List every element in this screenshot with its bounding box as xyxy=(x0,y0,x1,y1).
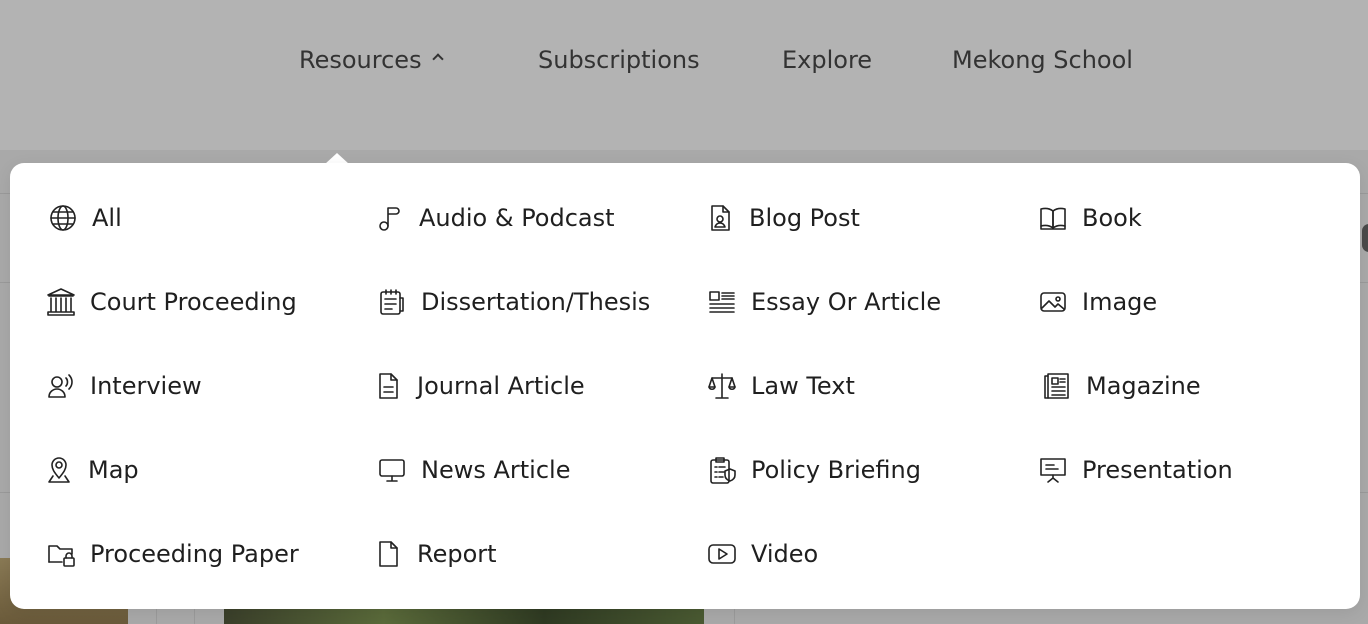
music-note-icon xyxy=(379,207,400,231)
menu-item-label: Book xyxy=(1082,204,1142,232)
menu-item-book[interactable]: Book xyxy=(1038,198,1142,238)
courthouse-icon xyxy=(47,288,75,316)
menu-item-proceeding-paper[interactable]: Proceeding Paper xyxy=(46,534,299,574)
document-icon xyxy=(379,373,398,399)
folder-lock-icon xyxy=(48,545,75,567)
book-icon xyxy=(1040,207,1066,230)
menu-item-label: Essay Or Article xyxy=(751,288,942,316)
menu-item-essay-or-article[interactable]: Essay Or Article xyxy=(707,282,941,322)
menu-item-magazine[interactable]: Magazine xyxy=(1042,366,1201,406)
menu-item-policy-briefing[interactable]: Policy Briefing xyxy=(707,450,921,490)
menu-item-label: Map xyxy=(88,456,139,484)
menu-item-label: Magazine xyxy=(1086,372,1201,400)
menu-item-label: All xyxy=(92,204,122,232)
menu-item-video[interactable]: Video xyxy=(707,534,818,574)
menu-item-label: Law Text xyxy=(751,372,855,400)
menu-item-label: Blog Post xyxy=(749,204,860,232)
menu-item-label: Video xyxy=(751,540,819,568)
menu-item-label: Report xyxy=(417,540,497,568)
magazine-icon xyxy=(1044,373,1069,399)
menu-item-label: Dissertation/Thesis xyxy=(421,288,651,316)
video-icon xyxy=(708,544,736,564)
menu-item-label: Interview xyxy=(90,372,202,400)
menu-item-label: News Article xyxy=(421,456,571,484)
menu-item-journal-article[interactable]: Journal Article xyxy=(373,366,585,406)
menu-item-all[interactable]: All xyxy=(48,198,122,238)
nav-explore[interactable]: Explore xyxy=(782,46,872,74)
menu-item-label: Proceeding Paper xyxy=(90,540,299,568)
clipboard-icon xyxy=(710,457,736,484)
monitor-icon xyxy=(379,459,405,482)
menu-item-image[interactable]: Image xyxy=(1038,282,1157,322)
menu-item-law-text[interactable]: Law Text xyxy=(707,366,855,406)
file-icon xyxy=(379,541,398,567)
menu-item-presentation[interactable]: Presentation xyxy=(1038,450,1233,490)
interview-icon xyxy=(48,374,73,398)
menu-item-label: Court Proceeding xyxy=(90,288,297,316)
map-pin-icon xyxy=(48,457,70,483)
essay-icon xyxy=(709,291,735,313)
nav-resources[interactable]: Resources xyxy=(299,46,444,74)
resources-dropdown: All Audio & Podcast Blog Post Book Court… xyxy=(10,163,1360,609)
menu-item-report[interactable]: Report xyxy=(373,534,497,574)
nav-mekong-school[interactable]: Mekong School xyxy=(952,46,1133,74)
menu-item-label: Presentation xyxy=(1082,456,1233,484)
image-icon xyxy=(1040,292,1066,312)
menu-item-court-proceeding[interactable]: Court Proceeding xyxy=(46,282,297,322)
menu-item-dissertation-thesis[interactable]: Dissertation/Thesis xyxy=(377,282,650,322)
globe-icon xyxy=(50,205,76,231)
menu-item-map[interactable]: Map xyxy=(44,450,139,490)
menu-item-audio-podcast[interactable]: Audio & Podcast xyxy=(375,198,615,238)
presentation-icon xyxy=(1040,458,1066,483)
menu-item-label: Audio & Podcast xyxy=(419,204,615,232)
menu-item-interview[interactable]: Interview xyxy=(46,366,202,406)
nav-subscriptions[interactable]: Subscriptions xyxy=(538,46,700,74)
menu-item-label: Journal Article xyxy=(417,372,585,400)
menu-item-label: Policy Briefing xyxy=(751,456,921,484)
menu-item-label: Image xyxy=(1082,288,1158,316)
top-bar xyxy=(0,0,1368,150)
nav-resources-label: Resources xyxy=(299,46,422,74)
chevron-up-icon xyxy=(431,53,444,65)
scales-icon xyxy=(708,373,736,399)
carousel-control[interactable] xyxy=(1362,224,1368,252)
menu-item-blog-post[interactable]: Blog Post xyxy=(705,198,860,238)
menu-item-news-article[interactable]: News Article xyxy=(377,450,570,490)
blog-post-icon xyxy=(711,205,730,231)
thesis-icon xyxy=(380,289,404,315)
